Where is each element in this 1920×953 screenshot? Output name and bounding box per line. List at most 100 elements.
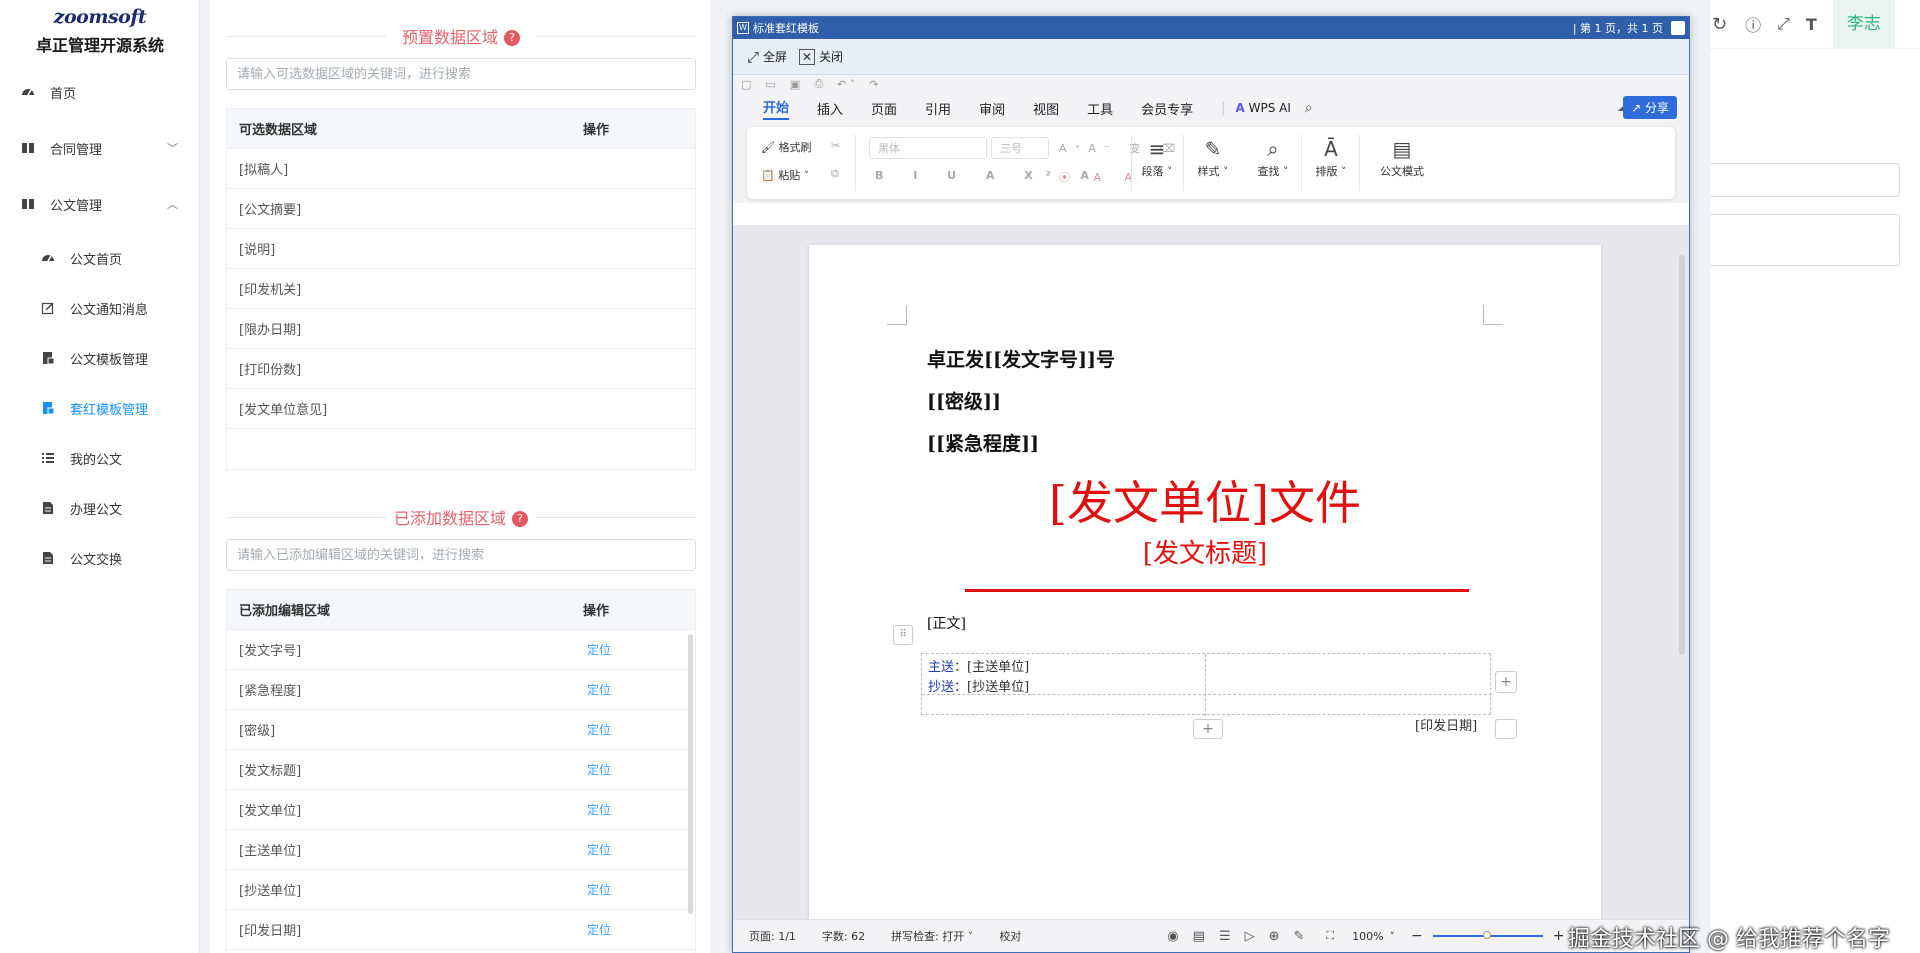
text-input[interactable]: [1710, 163, 1900, 197]
main-recipient-value: ：[主送单位]: [954, 660, 1030, 675]
tab-member[interactable]: 会员专享: [1141, 99, 1193, 118]
table-row[interactable]: [发文单位意见]: [227, 389, 695, 429]
help-icon[interactable]: ?: [512, 511, 528, 527]
format-painter-button[interactable]: 🖌 格式刷: [761, 139, 811, 155]
style-label: 样式: [1197, 165, 1220, 178]
proofread-button[interactable]: 校对: [999, 928, 1021, 944]
add-row-icon[interactable]: +: [1193, 719, 1223, 739]
tab-review[interactable]: 审阅: [979, 99, 1005, 118]
locate-link[interactable]: 定位: [573, 761, 693, 778]
issue-date: [印发日期]: [1415, 719, 1478, 734]
search-icon[interactable]: ⌕: [1305, 100, 1313, 116]
drag-handle-icon[interactable]: ⠿: [893, 625, 913, 645]
paragraph-button[interactable]: ≡ 段落 ˅: [1137, 135, 1177, 179]
save-icon[interactable]: ▣: [790, 78, 800, 91]
table-row[interactable]: [印发机关]: [227, 269, 695, 309]
nav-item-red-template[interactable]: 套红模板管理: [0, 388, 200, 428]
nav-label: 首页: [50, 86, 77, 102]
font-size-select[interactable]: 三号: [991, 137, 1049, 159]
nav-item-doc-template[interactable]: 公文模板管理: [0, 338, 200, 378]
redo-icon[interactable]: ↷: [869, 78, 878, 91]
user-name[interactable]: 李志: [1832, 0, 1895, 48]
restore-icon[interactable]: [1671, 21, 1685, 35]
cc-label: 抄送: [928, 680, 955, 695]
undo-icon[interactable]: ↶ ˅: [837, 78, 855, 91]
nav-item-handle-docs[interactable]: 办理公文: [0, 488, 200, 528]
locate-link[interactable]: 定位: [573, 641, 693, 658]
vertical-scrollbar[interactable]: [1679, 255, 1685, 655]
print-icon[interactable]: ⎙: [814, 77, 823, 91]
style-button[interactable]: ✎ 样式 ˅: [1191, 135, 1235, 179]
help-icon[interactable]: ?: [504, 30, 520, 46]
zoom-out-icon[interactable]: −: [1411, 928, 1423, 944]
locate-link[interactable]: 定位: [573, 921, 693, 938]
main-recipient-row: 主送：[主送单位]: [928, 656, 1029, 675]
book-icon: [20, 196, 36, 212]
locate-link[interactable]: 定位: [573, 801, 693, 818]
distribution-table[interactable]: 主送：[主送单位] 抄送：[抄送单位]: [921, 653, 1492, 716]
tab-view[interactable]: 视图: [1033, 99, 1059, 118]
table-row[interactable]: [拟稿人]: [227, 149, 695, 189]
nav-item-document[interactable]: 公文管理 ︿: [0, 184, 200, 224]
zoom-in-icon[interactable]: +: [1553, 928, 1565, 944]
fullscreen-icon[interactable]: ⤢: [1777, 14, 1790, 34]
table-row[interactable]: [说明]: [227, 229, 695, 269]
locate-link[interactable]: 定位: [573, 681, 693, 698]
cell-area: [说明]: [239, 243, 276, 258]
fullscreen-button[interactable]: ⤢ 全屏: [747, 48, 787, 66]
close-button[interactable]: ✕ 关闭: [799, 48, 843, 65]
nav-item-contract[interactable]: 合同管理 ﹀: [0, 128, 200, 168]
red-header-title: [发文单位]文件: [1049, 476, 1361, 530]
dashboard-icon: [20, 84, 36, 100]
locate-link[interactable]: 定位: [573, 721, 693, 738]
new-doc-icon[interactable]: ▢: [741, 78, 751, 91]
nav-item-doc-exchange[interactable]: 公文交换: [0, 538, 200, 578]
cell-area: [主送单位]: [239, 844, 302, 859]
paste-button[interactable]: 📋 粘贴 ˅: [761, 167, 809, 183]
copy-icon[interactable]: ⧉: [831, 167, 839, 181]
find-button[interactable]: ⌕ 查找 ˅: [1251, 135, 1295, 179]
share-button[interactable]: ↗ 分享: [1623, 96, 1677, 119]
scrollbar[interactable]: [688, 634, 693, 914]
quick-access-toolbar: ▢ ▭ ▣ ⎙ ↶ ˅ ↷: [733, 75, 1689, 93]
table-row[interactable]: [限办日期]: [227, 309, 695, 349]
fit-page-icon[interactable]: ⛶: [1326, 929, 1334, 943]
cut-icon[interactable]: ✂: [831, 139, 840, 152]
tab-insert[interactable]: 插入: [817, 99, 843, 118]
help-circle-icon[interactable]: ⓘ: [1745, 12, 1761, 36]
zoom-level[interactable]: 100%: [1352, 930, 1383, 943]
col-area-header: 可选数据区域: [239, 123, 318, 138]
nav-item-home[interactable]: 首页: [0, 72, 200, 112]
tab-references[interactable]: 引用: [925, 99, 951, 118]
document-page[interactable]: 卓正发[[发文字号]]号 [[密级]] [[紧急程度]] [发文单位]文件 [发…: [809, 245, 1601, 921]
nav-item-my-docs[interactable]: 我的公文: [0, 438, 200, 478]
view-mode-icons[interactable]: ◉▤☰▷⊕✎: [1167, 929, 1318, 944]
layout-button[interactable]: Ā 排版 ˅: [1309, 135, 1353, 179]
resize-table-icon[interactable]: [1495, 719, 1517, 739]
preset-search-input[interactable]: [226, 58, 696, 90]
locate-link[interactable]: 定位: [573, 841, 693, 858]
nav-item-doc-notice[interactable]: 公文通知消息: [0, 288, 200, 328]
tab-page[interactable]: 页面: [871, 99, 897, 118]
zoom-slider[interactable]: [1432, 931, 1543, 939]
sidebar: zoomsoft 卓正管理开源系统 首页 合同管理 ﹀ 公文管理 ︿ 公文首页 …: [0, 0, 200, 953]
nav-item-doc-home[interactable]: 公文首页: [0, 238, 200, 278]
nav-label: 套红模板管理: [70, 402, 149, 418]
table-row[interactable]: [打印份数]: [227, 349, 695, 389]
textarea[interactable]: [1710, 214, 1900, 266]
wps-ai-button[interactable]: A WPS AI: [1236, 101, 1291, 115]
table-row[interactable]: [公文摘要]: [227, 189, 695, 229]
cell-area: [发文标题]: [239, 764, 302, 779]
add-column-icon[interactable]: +: [1495, 671, 1517, 693]
font-size-icon[interactable]: T: [1806, 15, 1817, 34]
highlight-color-icons[interactable]: ⦿ A A: [1059, 169, 1142, 185]
doc-mode-button[interactable]: ▤ 公文模式: [1367, 135, 1437, 179]
tab-tools[interactable]: 工具: [1087, 99, 1113, 118]
font-name-select[interactable]: 黑体: [869, 137, 987, 159]
open-icon[interactable]: ▭: [765, 78, 775, 91]
tab-home[interactable]: 开始: [763, 97, 790, 120]
spell-check-toggle[interactable]: 拼写检查: 打开 ˅: [891, 928, 973, 944]
added-search-input[interactable]: [226, 539, 696, 571]
locate-link[interactable]: 定位: [573, 881, 693, 898]
refresh-icon[interactable]: ↻: [1712, 14, 1727, 35]
